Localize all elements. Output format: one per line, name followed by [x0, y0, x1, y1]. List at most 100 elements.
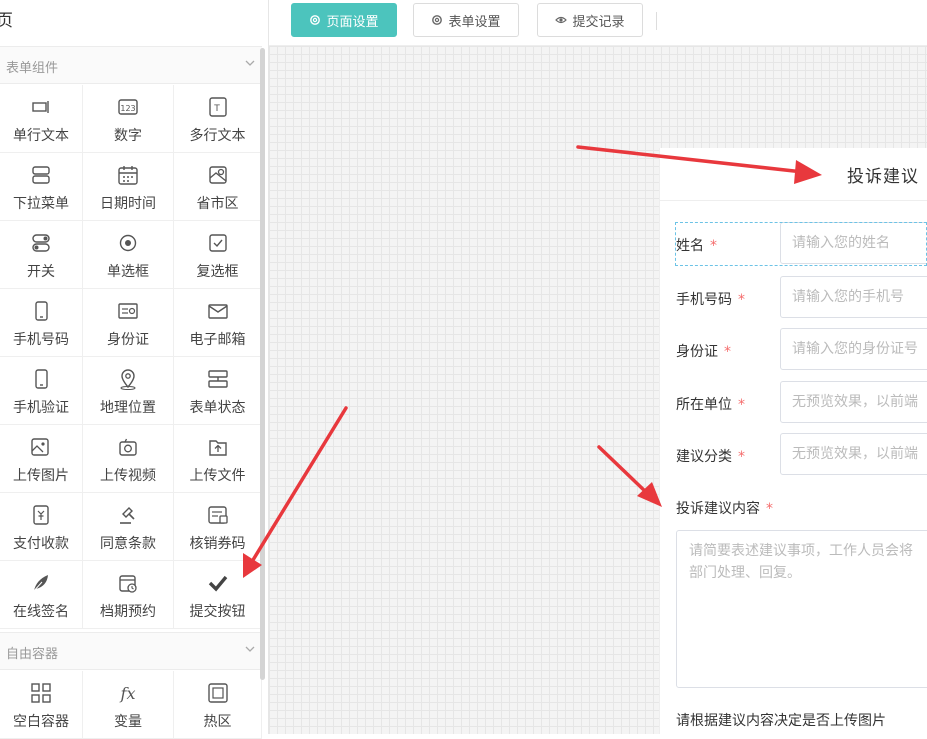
component-tile[interactable]: fx 变量: [83, 671, 174, 739]
component-tile[interactable]: 提交按钮: [174, 561, 262, 629]
component-tile[interactable]: T 多行文本: [174, 85, 262, 153]
component-tile[interactable]: 下拉菜单: [0, 153, 83, 221]
id-card-icon: [117, 300, 139, 322]
multi-line-text-icon: T: [207, 96, 229, 118]
component-tile[interactable]: 空白容器: [0, 671, 83, 739]
component-tile[interactable]: 省市区: [174, 153, 262, 221]
component-tile[interactable]: 档期预约: [83, 561, 174, 629]
payment-icon: [30, 504, 52, 526]
component-label: 身份证: [107, 332, 149, 348]
form-components-section-header[interactable]: 表单组件: [0, 46, 262, 84]
component-label: 单行文本: [13, 128, 69, 144]
sidebar-title: 页: [0, 11, 13, 31]
svg-text:fx: fx: [120, 684, 136, 703]
component-label: 核销券码: [189, 536, 246, 552]
toolbar-divider: [656, 12, 657, 30]
mobile-phone-icon: [30, 300, 52, 322]
component-tile[interactable]: 地理位置: [83, 357, 174, 425]
calendar-icon: [117, 164, 139, 186]
coupon-icon: [207, 504, 229, 526]
phone-input[interactable]: 请输入您的手机号: [780, 276, 927, 318]
field-label: 建议分类 *: [676, 449, 745, 465]
component-label: 复选框: [196, 264, 239, 280]
submit-records-button[interactable]: 提交记录: [537, 3, 643, 37]
form-status-icon: [207, 368, 229, 390]
email-icon: [207, 300, 229, 322]
component-tile[interactable]: 电子邮箱: [174, 289, 262, 357]
dropdown-icon: [30, 164, 52, 186]
component-tile[interactable]: 在线签名: [0, 561, 83, 629]
component-tile[interactable]: 手机验证: [0, 357, 83, 425]
component-tile[interactable]: 热区: [174, 671, 262, 739]
component-tile[interactable]: 日期时间: [83, 153, 174, 221]
phone-verify-icon: [30, 368, 52, 390]
component-tile[interactable]: 123 数字: [83, 85, 174, 153]
form-settings-button[interactable]: 表单设置: [413, 3, 519, 37]
checkbox-icon: [207, 232, 229, 254]
field-label: 手机号码 *: [676, 292, 745, 308]
id-card-input[interactable]: 请输入您的身份证号: [780, 328, 927, 370]
field-label: 所在单位 *: [676, 397, 745, 413]
free-containers-grid: 空白容器 fx 变量 热区: [0, 671, 262, 739]
page-settings-button[interactable]: 页面设置: [291, 3, 397, 37]
component-tile[interactable]: 核销券码: [174, 493, 262, 561]
component-tile[interactable]: 单行文本: [0, 85, 83, 153]
form-title[interactable]: 投诉建议: [847, 162, 919, 187]
component-tile[interactable]: 上传视频: [83, 425, 174, 493]
component-tile[interactable]: 复选框: [174, 221, 262, 289]
component-label: 开关: [27, 264, 55, 280]
component-tile[interactable]: 手机号码: [0, 289, 83, 357]
location-pin-icon: [117, 368, 139, 390]
field-label: 姓名 *: [676, 238, 717, 254]
category-select[interactable]: 无预览效果，以前端: [780, 433, 927, 475]
blank-container-icon: [30, 682, 52, 704]
name-input[interactable]: 请输入您的姓名: [780, 222, 927, 264]
component-sidebar: 页 表单组件 单行文本 123 数字 T 多行文本下拉菜单 日期时间 省市区开关 单选框 复选框…: [0, 0, 269, 739]
required-mark: *: [724, 344, 731, 360]
sidebar-scrollbar[interactable]: [260, 48, 265, 680]
content-label: 投诉建议内容 *: [676, 501, 773, 517]
component-label: 在线签名: [13, 604, 69, 620]
component-label: 上传文件: [189, 468, 246, 484]
form-preview[interactable]: 投诉建议 姓名 * 请输入您的姓名 手机号码 * 请输入您的手机号 身份证 * 请输入…: [659, 148, 927, 734]
component-tile[interactable]: 表单状态: [174, 357, 262, 425]
svg-text:T: T: [213, 104, 220, 114]
required-mark: *: [710, 238, 717, 254]
field-category[interactable]: 建议分类 * 无预览效果，以前端: [676, 433, 927, 477]
required-mark: *: [738, 397, 745, 413]
free-containers-section-header[interactable]: 自由容器: [0, 632, 262, 670]
single-line-text-icon: [30, 96, 52, 118]
region-map-icon: [207, 164, 229, 186]
upload-image-icon: [30, 436, 52, 458]
component-label: 地理位置: [100, 400, 156, 416]
component-tile[interactable]: 上传图片: [0, 425, 83, 493]
required-mark: *: [738, 292, 745, 308]
content-textarea[interactable]: 请简要表述建议事项，工作人员会将 部门处理、回复。: [676, 530, 927, 688]
field-id-card[interactable]: 身份证 * 请输入您的身份证号: [676, 328, 927, 372]
field-unit[interactable]: 所在单位 * 无预览效果，以前端: [676, 381, 927, 425]
component-label: 电子邮箱: [189, 332, 246, 348]
component-label: 提交按钮: [189, 604, 246, 620]
unit-select[interactable]: 无预览效果，以前端: [780, 381, 927, 423]
eye-icon: [555, 16, 568, 24]
component-tile[interactable]: 同意条款: [83, 493, 174, 561]
chevron-down-icon: [245, 646, 255, 652]
component-tile[interactable]: 上传文件: [174, 425, 262, 493]
component-label: 档期预约: [100, 604, 156, 620]
component-tile[interactable]: 开关: [0, 221, 83, 289]
radio-icon: [117, 232, 139, 254]
component-tile[interactable]: 单选框: [83, 221, 174, 289]
component-tile[interactable]: 支付收款: [0, 493, 83, 561]
component-tile[interactable]: 身份证: [83, 289, 174, 357]
component-label: 单选框: [107, 264, 149, 280]
gavel-icon: [117, 504, 139, 526]
title-divider: [660, 200, 927, 201]
field-name[interactable]: 姓名 * 请输入您的姓名: [676, 222, 927, 266]
checkmark-icon: [207, 572, 229, 594]
page-settings-label: 页面设置: [326, 14, 379, 30]
component-label: 手机验证: [13, 400, 69, 416]
toggle-icon: [30, 232, 52, 254]
gear-icon: [432, 15, 443, 25]
field-phone[interactable]: 手机号码 * 请输入您的手机号: [676, 276, 927, 320]
component-label: 上传图片: [13, 468, 69, 484]
